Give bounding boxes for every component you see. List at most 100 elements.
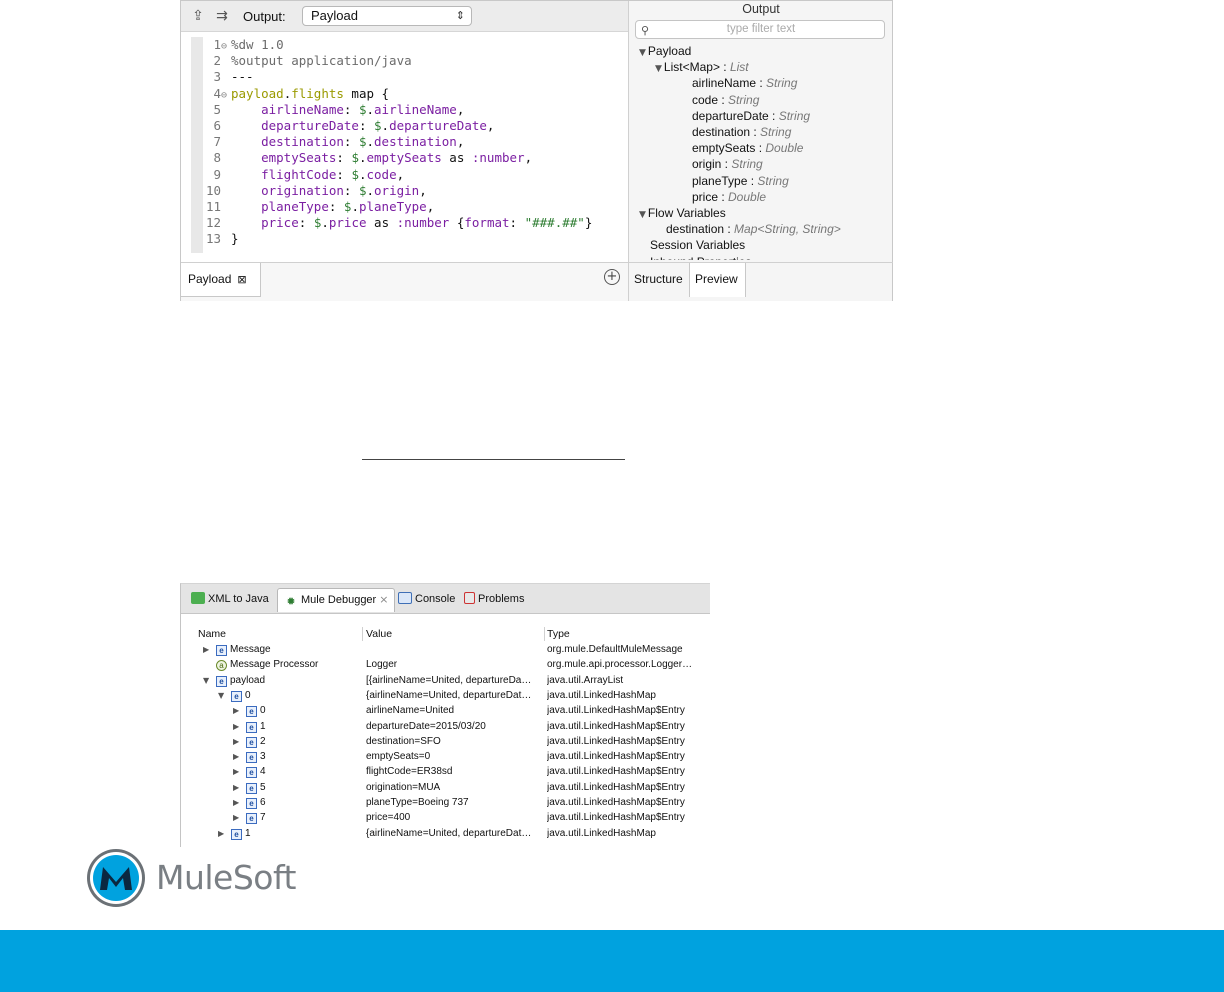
tree-node[interactable]: airlineName : String — [692, 75, 797, 91]
table-row[interactable]: ▶ e 2 destination=SFO java.util.LinkedHashMa… — [181, 734, 710, 749]
column-separator[interactable] — [362, 627, 363, 641]
code-line[interactable]: 4⊖ payload.flights map { — [205, 86, 389, 102]
tree-node[interactable]: ▼ Payload — [639, 43, 691, 59]
expand-triangle-icon[interactable]: ▶ — [233, 719, 243, 734]
code-token: emptySeats — [261, 150, 337, 166]
select-chevron-icon: ⇕ — [455, 9, 465, 22]
element-icon: e — [246, 721, 257, 733]
table-row[interactable]: ▶ e 3 emptySeats=0 java.util.LinkedHashMap$E… — [181, 749, 710, 764]
code-token: planeType — [358, 199, 427, 214]
expand-triangle-icon[interactable]: ▼ — [655, 64, 662, 74]
expand-triangle-icon[interactable]: ▶ — [233, 703, 243, 718]
filter-input[interactable]: ⚲ type filter text — [635, 20, 885, 39]
tree-node[interactable]: ▼ List<Map> : List — [655, 59, 749, 75]
export-icon[interactable]: ⇪ — [188, 7, 208, 25]
tab-console[interactable]: Console — [392, 588, 461, 612]
code-line[interactable]: 7 destination: $.destination, — [205, 134, 464, 150]
code-line[interactable]: 10 origination: $.origin, — [205, 183, 427, 199]
column-type[interactable]: Type — [547, 627, 570, 641]
table-row[interactable]: ▶ e 6 planeType=Boeing 737 java.util.LinkedH… — [181, 795, 710, 810]
row-type: java.util.LinkedHashMap$Entry — [547, 797, 685, 808]
code-line[interactable]: 2 %output application/java — [205, 53, 411, 69]
editor-toolbar: ⇪ ⇉ Output: Payload ⇕ — [181, 1, 628, 32]
close-icon[interactable]: × — [379, 593, 388, 606]
row-name-cell: ▶ e 5 — [233, 780, 266, 795]
column-name[interactable]: Name — [198, 627, 226, 641]
code-line[interactable]: 12 price: $.price as :number {format: "#… — [205, 215, 592, 231]
code-line[interactable]: 11 planeType: $.planeType, — [205, 199, 434, 215]
expand-triangle-icon[interactable]: ▶ — [233, 795, 243, 810]
table-row[interactable]: ▼ e 0 {airlineName=United, departureDat… jav… — [181, 688, 710, 703]
expand-triangle-icon[interactable]: ▶ — [233, 749, 243, 764]
tree-node[interactable]: planeType : String — [692, 173, 789, 189]
close-icon[interactable]: ⊠ — [237, 273, 246, 286]
code-token: payload — [231, 85, 284, 101]
tree-node-type: String — [778, 108, 811, 123]
column-value[interactable]: Value — [366, 627, 392, 641]
tree-node[interactable]: emptySeats : Double — [692, 140, 803, 156]
table-row[interactable]: ▶ e 1 {airlineName=United, departureDat… jav… — [181, 826, 710, 841]
line-number: 13 — [205, 231, 221, 247]
element-icon: e — [231, 828, 242, 840]
tab-problems[interactable]: Problems — [458, 588, 530, 612]
expand-triangle-icon[interactable]: ▶ — [233, 764, 243, 779]
code-line[interactable]: 1⊖ %dw 1.0 — [205, 37, 283, 53]
tree-node[interactable]: Session Variables — [650, 237, 745, 253]
mapping-icon[interactable]: ⇉ — [212, 7, 232, 25]
tab-payload[interactable]: Payload ⊠ — [181, 263, 261, 297]
tree-node[interactable]: code : String — [692, 92, 759, 108]
row-name: payload — [230, 674, 266, 686]
table-row[interactable]: ▶ e Message org.mule.DefaultMuleMessage — [181, 642, 710, 657]
output-select[interactable]: Payload ⇕ — [302, 6, 472, 26]
expand-triangle-icon[interactable]: ▶ — [233, 780, 243, 795]
code-line[interactable]: 13} — [205, 231, 239, 247]
table-row[interactable]: a Message Processor Logger org.mule.api.pro… — [181, 657, 710, 672]
code-token: , — [456, 134, 465, 150]
tab-structure[interactable]: Structure — [629, 263, 689, 297]
table-row[interactable]: ▶ e 1 departureDate=2015/03/20 java.util.Lin… — [181, 719, 710, 734]
tab-mule-debugger[interactable]: ✹ Mule Debugger × — [277, 588, 396, 612]
plus-circle-icon[interactable]: + — [604, 269, 620, 285]
table-row[interactable]: ▶ e 0 airlineName=United java.util.LinkedHas… — [181, 703, 710, 718]
table-row[interactable]: ▼ e payload [{airlineName=United, departure… — [181, 673, 710, 688]
tree-node-label: Payload — [647, 44, 692, 58]
expand-triangle-icon[interactable]: ▶ — [233, 810, 243, 825]
tree-node[interactable]: price : Double — [692, 189, 766, 205]
code-token: $ — [358, 182, 367, 198]
tab-preview[interactable]: Preview — [689, 263, 746, 297]
code-token: $ — [358, 101, 367, 117]
code-token: price — [261, 215, 299, 231]
code-line[interactable]: 3 --- — [205, 69, 253, 85]
tree-node[interactable]: ▼ Flow Variables — [639, 205, 726, 221]
row-name: 5 — [260, 781, 266, 793]
code-line[interactable]: 6 departureDate: $.departureDate, — [205, 118, 494, 134]
code-line[interactable]: 8 emptySeats: $.emptySeats as :number, — [205, 150, 532, 166]
tree-node[interactable]: Inbound Properties — [650, 254, 751, 260]
column-separator[interactable] — [544, 627, 545, 641]
expand-triangle-icon[interactable]: ▼ — [639, 210, 646, 220]
tree-node-type: String — [757, 173, 789, 188]
code-line[interactable]: 5 airlineName: $.airlineName, — [205, 102, 464, 118]
expand-triangle-icon[interactable]: ▶ — [233, 734, 243, 749]
debugger-column-header: Name Value Type — [181, 627, 710, 641]
table-row[interactable]: ▶ e 7 price=400 java.util.LinkedHashMap$Entr… — [181, 810, 710, 825]
tree-node[interactable]: destination : Map<String, String> — [666, 221, 841, 237]
tree-node[interactable]: departureDate : String — [692, 108, 810, 124]
table-row[interactable]: ▶ e 5 origination=MUA java.util.LinkedHashMa… — [181, 780, 710, 795]
row-name: 2 — [260, 735, 266, 747]
line-number: 9 — [213, 166, 221, 182]
code-line[interactable]: 9 flightCode: $.code, — [205, 167, 404, 183]
expand-triangle-icon[interactable]: ▼ — [639, 48, 646, 58]
expand-triangle-icon[interactable]: ▼ — [203, 673, 213, 688]
expand-triangle-icon[interactable]: ▶ — [203, 642, 213, 657]
code-token: , — [396, 166, 405, 182]
tree-node[interactable]: origin : String — [692, 156, 763, 172]
tree-node[interactable]: destination : String — [692, 124, 791, 140]
tab-xml-to-java[interactable]: XML to Java — [185, 588, 275, 612]
table-row[interactable]: ▶ e 4 flightCode=ER38sd java.util.LinkedHash… — [181, 764, 710, 779]
expand-triangle-icon[interactable]: ▼ — [218, 688, 228, 703]
expand-triangle-icon[interactable]: ▶ — [218, 826, 228, 841]
line-number: 8 — [213, 150, 221, 166]
code-editor[interactable]: 1⊖ %dw 1.0 2 %output application/java 3 --- 4⊖… — [191, 37, 628, 253]
